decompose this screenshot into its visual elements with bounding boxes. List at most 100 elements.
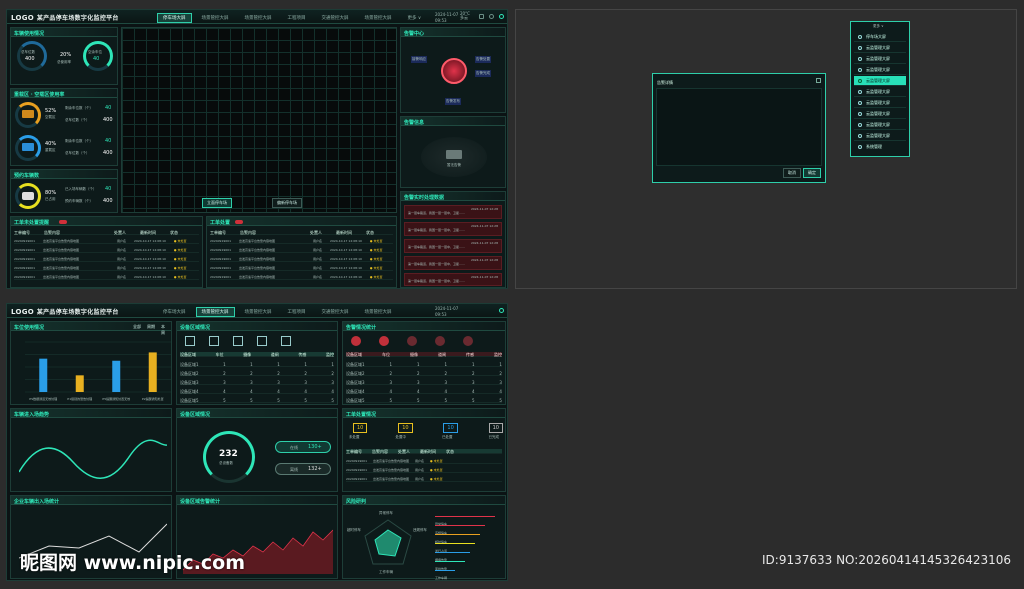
table-row[interactable]: 设备区域3 3 3 3 3 3	[180, 380, 334, 385]
tab-scene-1[interactable]: 场景管控大屏	[196, 13, 235, 23]
tab-project[interactable]: 工程项目	[282, 307, 312, 317]
table-row[interactable]: 20240919001 出发高速平台告警内容地图 用户名 2024-10-17 12:…	[210, 257, 393, 262]
map-button-1[interactable]: 立面停车场	[202, 198, 232, 208]
dialog-screen: 告警详情 取消 确定 更多 ∨ 停车场大屏 云监管理大屏 云监管理大屏 云监管理…	[515, 9, 1017, 289]
menu-item[interactable]: 云监管理大屏	[854, 120, 906, 130]
tab-scene-2[interactable]: 场景管控大屏	[239, 13, 278, 23]
dialog-title: 告警详情	[657, 80, 673, 85]
radar-chart	[364, 519, 412, 565]
zone-row-empty: 52% 空载区 剩余车位数（个） 40 总车位数（个） 400	[15, 102, 115, 130]
id-watermark: ID:9137633 NO:20260414145326423106	[762, 553, 1012, 567]
space-usage-chart-panel: 车位使用情况 全部 周期 本周 PS数据通道无效处理 P1级别的警告处理 P5提醒通…	[10, 321, 172, 405]
menu-item-active[interactable]: 云监管理大屏	[854, 76, 906, 86]
table-row[interactable]: 设备区域1 1 1 1 1 1	[346, 362, 502, 367]
car-icon	[22, 192, 34, 200]
weather-text: 20°C 多云	[460, 11, 470, 20]
zone-usage-panel: 重载区 · 空载区使用率 52% 空载区 剩余车位数（个） 40 总车位数（个）…	[10, 88, 118, 166]
menu-item[interactable]: 停车场大屏	[854, 32, 906, 42]
top-logo: LOGO 某产品停车场数字化监控平台	[11, 14, 119, 22]
panel-title: 车辆使用情况	[14, 31, 45, 37]
bar-chart: PS数据通道无效处理 P1级别的警告处理 P5提醒通知处置无效 P2提醒通知处置	[25, 341, 171, 401]
menu-item[interactable]: 云监管理大屏	[854, 109, 906, 119]
parking-map-view[interactable]: 立面停车场 偏新停车场	[121, 27, 397, 213]
table-row[interactable]: 20240919001 出发高速平台告警内容地图 用户名 ● 未处置	[346, 459, 502, 464]
top-tab-bar: 停车场大屏 场景管控大屏 场景管控大屏 工程项目 交通管控大屏 场景管控大屏 更…	[157, 13, 427, 23]
table-row[interactable]: 20240919001 出发高速平台告警内容地图 用户名 2024-10-17 12:…	[210, 239, 393, 244]
confirm-button[interactable]: 确定	[803, 168, 821, 178]
more-menu: 更多 ∨ 停车场大屏 云监管理大屏 云监管理大屏 云监管理大屏 云监管理大屏 云…	[850, 21, 910, 157]
table-row[interactable]: 20240919001 出发高速平台告警内容地图 用户名 ● 未处置	[346, 477, 502, 482]
date-text: 2024-11-07	[435, 12, 459, 17]
table-row[interactable]: 20240919001 出发高速平台告警内容地图 用户名 2024-10-17 12:…	[14, 239, 199, 244]
menu-item[interactable]: 云监管理大屏	[854, 131, 906, 141]
tab-parking[interactable]: 停车场大屏	[157, 307, 192, 317]
time-text: 09:53	[435, 18, 447, 23]
menu-item[interactable]: 云监管理大屏	[854, 65, 906, 75]
zone-row-heavy: 40% 重载区 剩余车位数（个） 40 总车位数（个） 400	[15, 135, 115, 163]
table-row[interactable]: 20240919001 出发高速平台告警内容地图 用户名 2024-10-17 12:…	[14, 266, 199, 271]
table-row[interactable]: 20240919001 出发高速平台告警内容地图 用户名 2024-10-17 12:…	[14, 275, 199, 280]
power-icon[interactable]	[499, 14, 504, 19]
vehicle-trend-panel: 车辆进入场趋势	[10, 408, 172, 492]
alarm-detail-dialog: 告警详情 取消 确定	[652, 73, 826, 183]
table-row[interactable]: 设备区域5 5 5 5 5 5	[180, 398, 334, 403]
device-gauge-panel: 设备区域情况 232 总设备数 在线 130+ 离线 132+	[176, 408, 338, 492]
menu-item[interactable]: 云监管理大屏	[854, 87, 906, 97]
tab-traffic[interactable]: 交通管控大屏	[316, 307, 355, 317]
truck-icon	[22, 110, 34, 118]
order-reminder-panel: 工单未处置提醒 工单编号 告警内容 处置人 最新时间 状态 20240919001 出发高…	[10, 216, 203, 288]
menu-item[interactable]: 云监管理大屏	[854, 43, 906, 53]
online-badge: 在线 130+	[275, 441, 331, 453]
map-button-2[interactable]: 偏新停车场	[272, 198, 302, 208]
table-row[interactable]: 20240919001 出发高速平台告警内容地图 用户名 ● 未处置	[346, 468, 502, 473]
order-status-panel: 工单处置情况 10 10 10 10 未处置 处置中 已处置 已完成 工单编号 告警内容…	[342, 408, 506, 492]
device-area-table-panel: 设备区域情况 设备区域 车位 摄像 道闸 传感 监控 设备区域1 1 1 1 1 1 设备区域2 2 2…	[176, 321, 338, 405]
x-tick-label: PS数据通道无效处理	[29, 396, 57, 401]
table-row[interactable]: 20240919001 出发高速平台告警内容地图 用户名 2024-10-17 12:…	[14, 248, 199, 253]
settings-icon[interactable]	[489, 14, 494, 19]
parking-usage-panel: 车辆使用情况 总车位数 400 20% 总使用率 空余车位 40	[10, 27, 118, 85]
table-row[interactable]: 设备区域4 4 4 4 4 4	[180, 389, 334, 394]
table-row[interactable]: 20240919001 出发高速平台告警内容地图 用户名 2024-10-17 12:…	[210, 266, 393, 271]
table-row[interactable]: 设备区域5 5 5 5 5 5	[346, 398, 502, 403]
bottom-header: LOGO 某产品停车场数字化监控平台 停车场大屏 场景管控大屏 场景管控大屏 工…	[7, 304, 507, 318]
bar	[112, 360, 121, 392]
fullscreen-icon[interactable]	[479, 14, 484, 19]
tab-scene-1[interactable]: 场景管控大屏	[195, 307, 235, 317]
site-watermark: 昵图网 www.nipic.com	[20, 552, 246, 574]
trend-line-chart	[19, 439, 167, 479]
table-row[interactable]: 20240919001 出发高速平台告警内容地图 用户名 2024-10-17 12:…	[210, 275, 393, 280]
alarm-list-panel: 告警实时处理数据 第一层车路道，我国一层一层中，卫星…… 2024-11-07 1…	[400, 191, 506, 288]
table-row[interactable]: 设备区域2 2 2 2 2 2	[180, 371, 334, 376]
menu-item[interactable]: 云监管理大屏	[854, 98, 906, 108]
table-row[interactable]: 20240919001 出发高速平台告警内容地图 用户名 2024-10-17 12:…	[14, 257, 199, 262]
empty-inbox-icon	[446, 150, 462, 159]
bar	[148, 352, 157, 392]
order-process-panel: 工单处置 工单编号 告警内容 处置人 最新时间 状态 20240919001 出发高速平台…	[206, 216, 397, 288]
alarm-info-panel: 告警信息 暂无告警	[400, 116, 506, 188]
tab-parking[interactable]: 停车场大屏	[157, 13, 192, 23]
table-row[interactable]: 设备区域3 3 3 3 3 3	[346, 380, 502, 385]
bar	[39, 358, 48, 392]
bottom-dashboard-screen: LOGO 某产品停车场数字化监控平台 停车场大屏 场景管控大屏 场景管控大屏 工…	[6, 303, 508, 581]
tab-scene-3[interactable]: 场景管控大屏	[359, 307, 398, 317]
top-header: LOGO 某产品停车场数字化监控平台 停车场大屏 场景管控大屏 场景管控大屏 工…	[7, 10, 507, 24]
menu-item[interactable]: 云监管理大屏	[854, 54, 906, 64]
table-row[interactable]: 设备区域1 1 1 1 1 1	[180, 362, 334, 367]
cancel-button[interactable]: 取消	[783, 168, 801, 178]
tab-scene-2[interactable]: 场景管控大屏	[239, 307, 278, 317]
alarm-icon[interactable]	[441, 58, 467, 84]
power-icon[interactable]	[499, 308, 504, 313]
table-row[interactable]: 20240919001 出发高速平台告警内容地图 用户名 2024-10-17 12:…	[210, 248, 393, 253]
menu-item[interactable]: 系统管理	[854, 142, 906, 152]
alarm-center-panel: 告警中心 接警响应 告警处置 告警完成 告警发布	[400, 27, 506, 113]
reserve-panel: 预约车辆数 80% 已占用 已入场车辆数（个） 40 预约车辆数（个） 400	[10, 169, 118, 213]
close-icon[interactable]	[816, 78, 821, 83]
tab-more[interactable]: 更多 ∨	[402, 13, 428, 23]
x-tick-label: P1级别的警告处理	[67, 396, 92, 401]
table-row[interactable]: 设备区域4 4 4 4 4 4	[346, 389, 502, 394]
tab-project[interactable]: 工程项目	[282, 13, 312, 23]
tab-scene-3[interactable]: 场景管控大屏	[359, 13, 398, 23]
tab-traffic[interactable]: 交通管控大屏	[316, 13, 355, 23]
table-row[interactable]: 设备区域2 2 2 2 2 2	[346, 371, 502, 376]
